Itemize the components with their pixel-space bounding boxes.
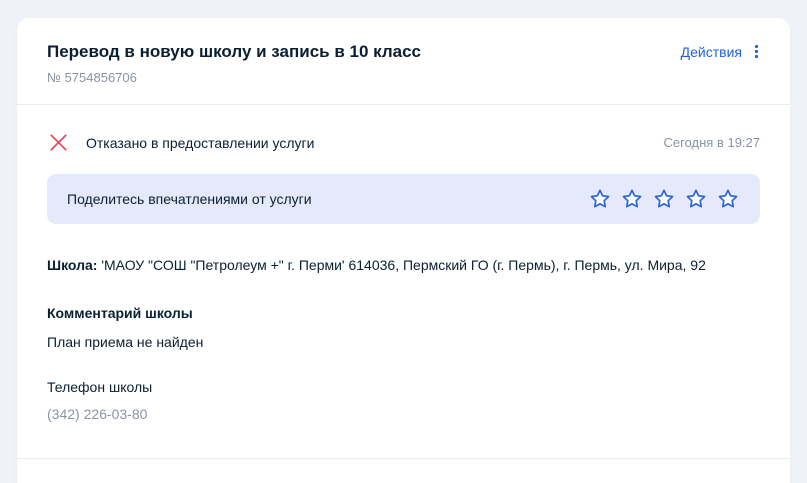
school-phone-value: (342) 226-03-80 [47, 406, 760, 458]
status-row: Отказано в предоставлении услуги Сегодня… [47, 131, 760, 154]
feedback-banner[interactable]: Поделитесь впечатлениями от услуги [47, 174, 760, 224]
star-icon[interactable] [652, 187, 676, 211]
rating-stars [588, 187, 740, 211]
school-phone-label: Телефон школы [47, 379, 760, 395]
page-title: Перевод в новую школу и запись в 10 клас… [47, 41, 421, 63]
school-comment-value: План приема не найден [47, 334, 760, 350]
feedback-text: Поделитесь впечатлениями от услуги [67, 191, 312, 207]
header-text-block: Перевод в новую школу и запись в 10 клас… [47, 41, 421, 85]
school-value: 'МАОУ "СОШ "Петролеум +" г. Перми' 61403… [101, 257, 706, 273]
rejected-x-icon [47, 131, 70, 154]
application-number: № 5754856706 [47, 70, 421, 85]
school-line: Школа: 'МАОУ "СОШ "Петролеум +" г. Перми… [47, 255, 760, 275]
card-header: Перевод в новую школу и запись в 10 клас… [17, 18, 790, 104]
star-icon[interactable] [588, 187, 612, 211]
application-card: Перевод в новую школу и запись в 10 клас… [17, 18, 790, 483]
actions-button[interactable]: Действия [681, 43, 760, 60]
actions-label[interactable]: Действия [681, 44, 742, 60]
star-icon[interactable] [684, 187, 708, 211]
school-label: Школа: [47, 257, 97, 273]
status-text: Отказано в предоставлении услуги [86, 135, 314, 151]
star-icon[interactable] [716, 187, 740, 211]
card-body: Отказано в предоставлении услуги Сегодня… [17, 105, 790, 458]
status-timestamp: Сегодня в 19:27 [664, 135, 760, 150]
school-comment-label: Комментарий школы [47, 305, 760, 321]
kebab-menu-icon[interactable] [753, 43, 760, 60]
card-footer: Показать историю [17, 459, 790, 483]
star-icon[interactable] [620, 187, 644, 211]
